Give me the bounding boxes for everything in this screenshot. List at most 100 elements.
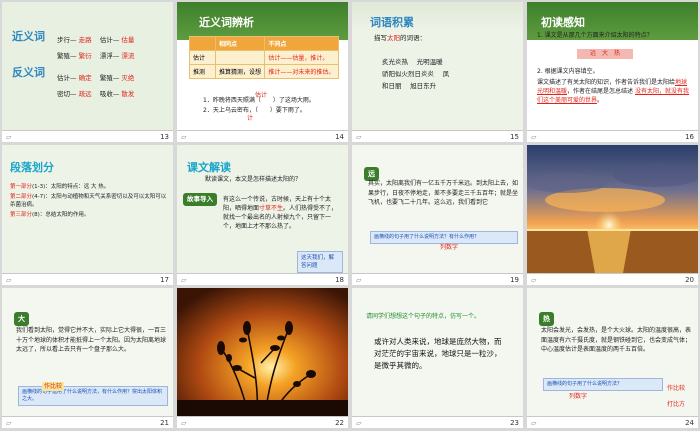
question-2: 2. 根据课文内容填空。 bbox=[537, 68, 599, 75]
slide-title: 近义词辨析 bbox=[199, 16, 254, 29]
method-callout: 画横线的句子运用了什么说明方法，有什么作用？突出太阳体积之大。 bbox=[18, 386, 168, 406]
part-1: 第一部分(1-3)：太阳的特点：远 大 热。 bbox=[10, 184, 110, 190]
slide-number: 21 bbox=[160, 419, 169, 427]
question-2: 2．天上乌云密布，（ ）要下雨了。 bbox=[203, 107, 306, 114]
slide-18-thumbnail[interactable]: 课文解读 默读课文，本文是怎样描述太阳的？ 故事导入 有这么一个传说，古时候，天… bbox=[177, 145, 348, 285]
synonym-row-1: 步行— 走路 估计— 估量 bbox=[57, 36, 135, 44]
slide-icon: ▱ bbox=[6, 133, 12, 141]
answer-1: 估计 bbox=[255, 92, 268, 99]
answer-box: 远 大 热 bbox=[577, 49, 633, 59]
slide-icon: ▱ bbox=[6, 276, 12, 284]
slide-footer bbox=[527, 416, 698, 428]
slide-title: 词语积累 bbox=[370, 16, 414, 29]
prompt: 请同学们想想这个句子的特点，仿写一个。 bbox=[366, 313, 481, 320]
slide-13-thumbnail[interactable]: 近义词 步行— 走路 估计— 估量 繁殖— 繁衍 漂浮— 漂流 反义词 估计— … bbox=[2, 2, 173, 142]
slide-24-thumbnail[interactable]: 热 太阳会发光，会发热，是个大火球。太阳的温度很高，表面温度有六千摄氏度，就是钢… bbox=[527, 288, 698, 428]
slide-22-thumbnail[interactable]: ▱ 22 bbox=[177, 288, 348, 428]
method-answer-3: 打比方 bbox=[667, 401, 686, 408]
table-cell: 推算猜测，设想 bbox=[214, 64, 266, 79]
section-tag: 大 bbox=[14, 312, 29, 326]
word-row-3: 和日丽 旭日东升 bbox=[382, 82, 437, 90]
slide-16-thumbnail[interactable]: 初读感知 1. 课文是从那几个方面来介绍太阳的特点？ 远 大 热 2. 根据课文… bbox=[527, 2, 698, 142]
method-answer-1: 列数字 bbox=[569, 393, 588, 400]
slide-footer bbox=[2, 130, 173, 142]
slide-17-thumbnail[interactable]: 段落划分 第一部分(1-3)：太阳的特点：远 大 热。 第二部分(4-7)：太阳… bbox=[2, 145, 173, 285]
slide-icon: ▱ bbox=[531, 133, 537, 141]
sunset-sea-photo bbox=[527, 145, 698, 273]
word-row-2: 骄阳似火烈日炎炎 凤 bbox=[382, 70, 450, 78]
slide-15-thumbnail[interactable]: 词语积累 描写太阳的词语： 炙光炎热 光明温暖 骄阳似火烈日炎炎 凤 和日丽 旭… bbox=[352, 2, 523, 142]
part-2: 第二部分(4-7)：太阳与动植物和天气关系密切以及可以太阳可以杀菌治病。 bbox=[10, 194, 167, 208]
slide-number: 20 bbox=[685, 276, 694, 284]
question-1: 1. 课文是从那几个方面来介绍太阳的特点？ bbox=[537, 32, 653, 39]
slide-20-thumbnail[interactable]: ▱ 20 bbox=[527, 145, 698, 285]
table-cell: 推计——对未来的推估。 bbox=[264, 64, 339, 79]
table-cell: 估计——估量，推计。 bbox=[264, 50, 339, 65]
slide-number: 19 bbox=[510, 276, 519, 284]
answer-2: 计 bbox=[247, 115, 254, 122]
question: 默读课文，本文是怎样描述太阳的？ bbox=[205, 176, 302, 183]
slide-number: 24 bbox=[685, 419, 694, 427]
story-intro-tag: 故事导入 bbox=[183, 193, 217, 206]
table-cell: 估计 bbox=[189, 50, 216, 65]
method-answer-2: 作比较 bbox=[667, 385, 686, 392]
slide-footer bbox=[177, 273, 348, 285]
example-sentence: 或许对人类来说，地球是庞然大物，而对茫茫的宇宙来说，地球只是一粒沙，是微乎其微的… bbox=[374, 337, 502, 370]
slide-icon: ▱ bbox=[356, 133, 362, 141]
paragraph: 我们看到太阳，觉得它并不大，实际上它大得很，一百三十万个地球的体积才能抵得上一个… bbox=[16, 327, 167, 353]
word-row-1: 炙光炎热 光明温暖 bbox=[382, 58, 443, 66]
question-2-body: 课文描述了有关太阳的知识，作者告诉我们是太阳给地球光明和温暖，作者在结尾是怎总结… bbox=[537, 79, 689, 104]
slide-21-thumbnail[interactable]: 大 我们看到太阳，觉得它并不大，实际上它大得很，一百三十万个地球的体积才能抵得上… bbox=[2, 288, 173, 428]
slide-footer bbox=[527, 273, 698, 285]
table-header: 不同点 bbox=[264, 36, 339, 51]
slide-number: 14 bbox=[335, 133, 344, 141]
slide-footer bbox=[2, 416, 173, 428]
slide-title: 课文解读 bbox=[187, 161, 231, 174]
story-body: 有这么一个传说，古时候，天上有十个太阳，晒得地面寸草不生。人们热得受不了，就找一… bbox=[223, 196, 338, 230]
slide-number: 13 bbox=[160, 133, 169, 141]
table-cell: 推测 bbox=[189, 64, 216, 79]
slide-14-thumbnail[interactable]: 近义词辨析 相同点 不同点 估计 估计——估量，推计。 推测 推算猜测，设想 推… bbox=[177, 2, 348, 142]
slide-footer bbox=[352, 130, 523, 142]
method-answer: 列数字 bbox=[440, 244, 459, 251]
slide-title: 初读感知 bbox=[541, 16, 585, 29]
slide-footer bbox=[2, 273, 173, 285]
slide-footer bbox=[352, 273, 523, 285]
slide-footer bbox=[177, 416, 348, 428]
slide-footer bbox=[177, 130, 348, 142]
slide-number: 23 bbox=[510, 419, 519, 427]
slide-icon: ▱ bbox=[356, 419, 362, 427]
slide-23-thumbnail[interactable]: 请同学们想想这个句子的特点，仿写一个。 或许对人类来说，地球是庞然大物，而对茫茫… bbox=[352, 288, 523, 428]
slide-number: 15 bbox=[510, 133, 519, 141]
slide-icon: ▱ bbox=[531, 419, 537, 427]
table-header: 相同点 bbox=[214, 36, 266, 51]
prompt: 描写太阳的词语： bbox=[374, 34, 426, 42]
slide-number: 17 bbox=[160, 276, 169, 284]
synonym-row-2: 繁殖— 繁衍 漂浮— 漂流 bbox=[57, 52, 135, 60]
antonym-row-2: 密切— 疏远 吸收— 散发 bbox=[57, 90, 135, 98]
table-corner bbox=[189, 36, 216, 51]
slide-icon: ▱ bbox=[181, 133, 187, 141]
slide-footer bbox=[352, 416, 523, 428]
slide-icon: ▱ bbox=[356, 276, 362, 284]
slide-19-thumbnail[interactable]: 远 其实，太阳离我们有一亿五千万千米远。到太阳上去，如果步行，日夜不停地走，差不… bbox=[352, 145, 523, 285]
slide-number: 16 bbox=[685, 133, 694, 141]
synonym-title: 近义词 bbox=[12, 30, 45, 43]
slide-number: 18 bbox=[335, 276, 344, 284]
slide-icon: ▱ bbox=[181, 276, 187, 284]
antonym-row-1: 估计— 确定 繁殖— 灭绝 bbox=[57, 74, 135, 82]
slide-footer bbox=[527, 130, 698, 142]
sunset-plant-silhouette-photo bbox=[177, 288, 348, 416]
slide-icon: ▱ bbox=[531, 276, 537, 284]
part-3: 第三部分(8)：总结太阳的作用。 bbox=[10, 212, 90, 218]
section-tag: 热 bbox=[539, 312, 554, 326]
slide-title: 段落划分 bbox=[10, 161, 54, 174]
slide-header bbox=[352, 145, 523, 285]
slide-header bbox=[2, 288, 173, 428]
paragraph: 其实，太阳离我们有一亿五千万千米远。到太阳上去，如果步行，日夜不停地走，差不多要… bbox=[368, 180, 519, 206]
slide-icon: ▱ bbox=[181, 419, 187, 427]
note-callout: 这天我们，解答问题 bbox=[297, 251, 343, 273]
slide-number: 22 bbox=[335, 419, 344, 427]
method-callout: 画横线的句子用了什么说明方法？ bbox=[543, 378, 663, 391]
paragraph: 太阳会发光，会发热，是个大火球。太阳的温度很高，表面温度有六千摄氏度，就是钢铁碰… bbox=[541, 327, 692, 353]
